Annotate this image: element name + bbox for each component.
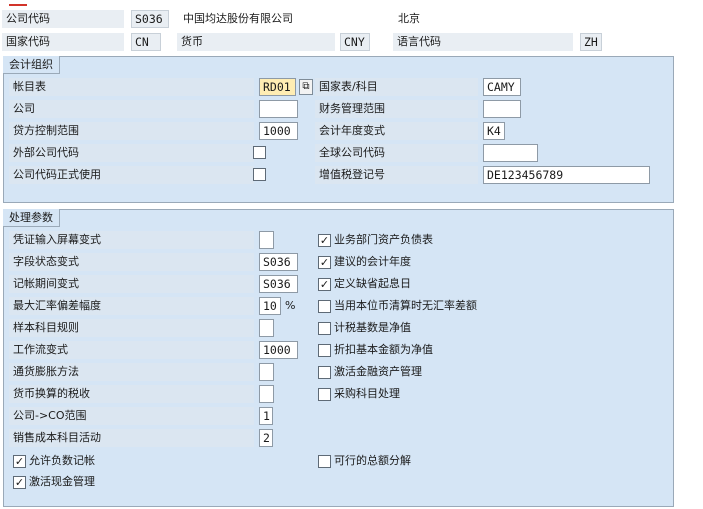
unit-label: % bbox=[285, 299, 296, 312]
param-field[interactable]: 2 bbox=[259, 429, 273, 447]
param-field[interactable]: S036 bbox=[259, 275, 298, 293]
fm-area-field[interactable] bbox=[483, 100, 521, 118]
company-code-field[interactable]: S036 bbox=[131, 10, 169, 28]
param-label: 销售成本科目活动 bbox=[13, 431, 101, 444]
param-checkbox[interactable]: ✓ bbox=[318, 234, 331, 247]
param-checkbox[interactable] bbox=[318, 322, 331, 335]
cc-productive-label: 公司代码正式使用 bbox=[13, 168, 101, 181]
fm-area-label: 财务管理范围 bbox=[319, 102, 385, 115]
param-label: 公司->CO范围 bbox=[13, 409, 87, 422]
external-cc-checkbox[interactable] bbox=[253, 146, 266, 159]
param-checkbox-label: 当用本位币清算时无汇率差额 bbox=[334, 299, 477, 312]
param-checkbox-label: 定义缺省起息日 bbox=[334, 277, 411, 290]
country-label: 国家代码 bbox=[6, 35, 50, 48]
country-chart-label: 国家表/科目 bbox=[319, 80, 378, 93]
param-checkbox-label: 业务部门资产负债表 bbox=[334, 233, 433, 246]
chart-of-accounts-field[interactable]: RD01 bbox=[259, 78, 296, 96]
param-field[interactable]: 1 bbox=[259, 407, 273, 425]
param-checkbox-label: 采购科目处理 bbox=[334, 387, 400, 400]
country-field[interactable]: CN bbox=[131, 33, 161, 51]
city: 北京 bbox=[398, 12, 420, 25]
param-field[interactable]: 10 bbox=[259, 297, 281, 315]
fiscal-year-variant-field[interactable]: K4 bbox=[483, 122, 505, 140]
external-cc-label: 外部公司代码 bbox=[13, 146, 79, 159]
param-field[interactable] bbox=[259, 385, 274, 403]
param-checkbox-label: 建议的会计年度 bbox=[334, 255, 411, 268]
company-label: 公司 bbox=[13, 102, 35, 115]
credit-control-field[interactable]: 1000 bbox=[259, 122, 298, 140]
param-field[interactable]: 1000 bbox=[259, 341, 298, 359]
accounting-organization-title: 会计组织 bbox=[3, 56, 60, 74]
country-chart-field[interactable]: CAMY bbox=[483, 78, 521, 96]
title-underline-mark bbox=[9, 4, 27, 6]
language-label: 语言代码 bbox=[397, 35, 441, 48]
param-label: 通货膨胀方法 bbox=[13, 365, 79, 378]
vat-reg-field[interactable]: DE123456789 bbox=[483, 166, 650, 184]
param-field[interactable] bbox=[259, 231, 274, 249]
param-checkbox-label: 计税基数是净值 bbox=[334, 321, 411, 334]
negative-postings-label: 允许负数记帐 bbox=[29, 454, 95, 467]
param-checkbox[interactable] bbox=[318, 388, 331, 401]
credit-control-label: 贷方控制范围 bbox=[13, 124, 79, 137]
param-checkbox-label: 折扣基本金额为净值 bbox=[334, 343, 433, 356]
vat-reg-label: 增值税登记号 bbox=[319, 168, 385, 181]
processing-parameters-title: 处理参数 bbox=[3, 209, 60, 227]
chart-of-accounts-label: 帐目表 bbox=[13, 80, 46, 93]
cc-productive-checkbox[interactable] bbox=[253, 168, 266, 181]
param-label: 字段状态变式 bbox=[13, 255, 79, 268]
fiscal-year-variant-label: 会计年度变式 bbox=[319, 124, 385, 137]
company-code-label: 公司代码 bbox=[6, 12, 50, 25]
param-checkbox[interactable]: ✓ bbox=[318, 278, 331, 291]
param-label: 工作流变式 bbox=[13, 343, 68, 356]
param-label: 最大汇率偏差幅度 bbox=[13, 299, 101, 312]
label-bar bbox=[9, 100, 254, 118]
param-field[interactable]: S036 bbox=[259, 253, 298, 271]
global-cc-field[interactable] bbox=[483, 144, 538, 162]
feasible-split-label: 可行的总额分解 bbox=[334, 454, 411, 467]
negative-postings-checkbox[interactable]: ✓ bbox=[13, 455, 26, 468]
language-field[interactable]: ZH bbox=[580, 33, 602, 51]
currency-field[interactable]: CNY bbox=[340, 33, 370, 51]
param-label: 记帐期间变式 bbox=[13, 277, 79, 290]
param-label: 货币换算的税收 bbox=[13, 387, 90, 400]
feasible-split-checkbox[interactable] bbox=[318, 455, 331, 468]
cash-mgmt-label: 激活现金管理 bbox=[29, 475, 95, 488]
param-field[interactable] bbox=[259, 363, 274, 381]
global-cc-label: 全球公司代码 bbox=[319, 146, 385, 159]
cash-mgmt-checkbox[interactable]: ✓ bbox=[13, 476, 26, 489]
param-checkbox[interactable] bbox=[318, 366, 331, 379]
param-checkbox[interactable] bbox=[318, 344, 331, 357]
param-label: 凭证输入屏幕变式 bbox=[13, 233, 101, 246]
currency-label: 货币 bbox=[181, 35, 203, 48]
param-checkbox-label: 激活金融资产管理 bbox=[334, 365, 422, 378]
param-checkbox[interactable] bbox=[318, 300, 331, 313]
param-field[interactable] bbox=[259, 319, 274, 337]
company-field[interactable] bbox=[259, 100, 298, 118]
param-label: 样本科目规则 bbox=[13, 321, 79, 334]
param-checkbox[interactable]: ✓ bbox=[318, 256, 331, 269]
company-name: 中国均达股份有限公司 bbox=[183, 12, 293, 25]
value-help-icon[interactable]: ⧉ bbox=[299, 79, 313, 95]
